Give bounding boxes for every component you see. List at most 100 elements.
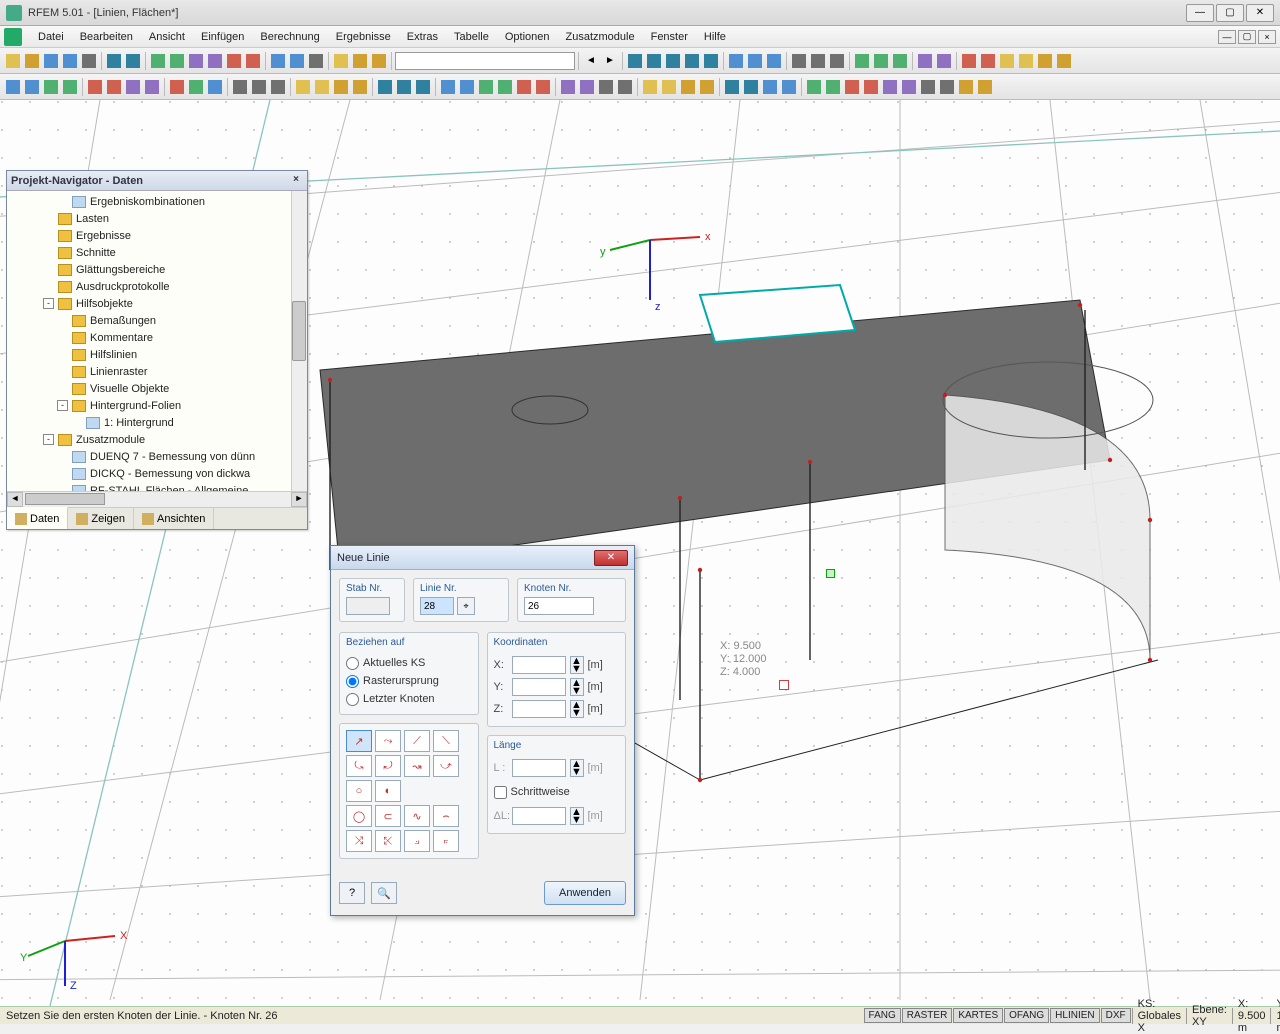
tb-v10[interactable] xyxy=(809,52,827,70)
line-tool-17[interactable]: ⟓ xyxy=(404,830,430,852)
tb2-l[interactable] xyxy=(294,78,312,96)
line-tool-11[interactable]: ◯ xyxy=(346,805,372,827)
tb2-b[interactable] xyxy=(23,78,41,96)
status-toggle[interactable]: RASTER xyxy=(902,1008,953,1023)
radio-aktuelles-ks[interactable]: Aktuelles KS xyxy=(346,654,472,672)
tree-item[interactable]: -Hintergrund-Folien xyxy=(7,397,307,414)
knoten-nr-input[interactable] xyxy=(524,597,594,615)
tb2-as[interactable] xyxy=(957,78,975,96)
coord-z-spin[interactable]: ▲▼ xyxy=(570,700,584,718)
menu-tabelle[interactable]: Tabelle xyxy=(446,29,497,45)
tree-item[interactable]: -Hilfsobjekte xyxy=(7,295,307,312)
tb2-c[interactable] xyxy=(42,78,60,96)
tb2-i[interactable] xyxy=(231,78,249,96)
menu-bearbeiten[interactable]: Bearbeiten xyxy=(72,29,141,45)
schrittweise-checkbox[interactable]: Schrittweise xyxy=(494,783,620,801)
tb2-ag[interactable] xyxy=(723,78,741,96)
radio-letzter-knoten[interactable]: Letzter Knoten xyxy=(346,690,472,708)
tb2-aj[interactable] xyxy=(780,78,798,96)
tb-v13[interactable] xyxy=(872,52,890,70)
tb-v12[interactable] xyxy=(853,52,871,70)
mdi-minimize[interactable]: — xyxy=(1218,30,1236,44)
line-tool-14[interactable]: ⌢ xyxy=(433,805,459,827)
tb2-z[interactable] xyxy=(578,78,596,96)
tb2-d[interactable] xyxy=(61,78,79,96)
line-tool-6[interactable]: ⤾ xyxy=(375,755,401,777)
navigator-scroll-thumb[interactable] xyxy=(292,301,306,361)
tb-v18[interactable] xyxy=(979,52,997,70)
line-tool-18[interactable]: ⟔ xyxy=(433,830,459,852)
tb2-ak[interactable] xyxy=(805,78,823,96)
tree-item[interactable]: Schnitte xyxy=(7,244,307,261)
tree-item[interactable]: Ausdruckprotokolle xyxy=(7,278,307,295)
tb-v4[interactable] xyxy=(683,52,701,70)
tb-v8[interactable] xyxy=(765,52,783,70)
line-tool-16[interactable]: ⤪ xyxy=(375,830,401,852)
tb2-q[interactable] xyxy=(395,78,413,96)
tree-item[interactable]: Glättungsbereiche xyxy=(7,261,307,278)
tb2-w[interactable] xyxy=(515,78,533,96)
line-tool-9[interactable]: ○ xyxy=(346,780,372,802)
line-tool-4[interactable]: ⟍ xyxy=(433,730,459,752)
tb-v22[interactable] xyxy=(1055,52,1073,70)
tb-open[interactable] xyxy=(23,52,41,70)
tb-j[interactable] xyxy=(332,52,350,70)
tree-item[interactable]: Lasten xyxy=(7,210,307,227)
tree-item[interactable]: DUENQ 7 - Bemessung von dünn xyxy=(7,448,307,465)
line-tool-10[interactable]: ◐ xyxy=(375,780,401,802)
tb-v21[interactable] xyxy=(1036,52,1054,70)
tb2-n[interactable] xyxy=(332,78,350,96)
close-button[interactable]: ✕ xyxy=(1246,4,1274,22)
menu-extras[interactable]: Extras xyxy=(399,29,446,45)
tb-v3[interactable] xyxy=(664,52,682,70)
tb2-flag2[interactable] xyxy=(187,78,205,96)
tb-i[interactable] xyxy=(307,52,325,70)
status-toggle[interactable]: DXF xyxy=(1101,1008,1131,1023)
tree-item[interactable]: Hilfslinien xyxy=(7,346,307,363)
line-tool-1[interactable]: ↗ xyxy=(346,730,372,752)
tree-item[interactable]: Kommentare xyxy=(7,329,307,346)
tb-g[interactable] xyxy=(269,52,287,70)
tb-undo[interactable] xyxy=(105,52,123,70)
tb2-y[interactable] xyxy=(559,78,577,96)
coord-x-spin[interactable]: ▲▼ xyxy=(570,656,584,674)
menu-optionen[interactable]: Optionen xyxy=(497,29,558,45)
tb-v9[interactable] xyxy=(790,52,808,70)
tree-item[interactable]: -Zusatzmodule xyxy=(7,431,307,448)
line-tool-7[interactable]: ↝ xyxy=(404,755,430,777)
tb2-aa[interactable] xyxy=(597,78,615,96)
linie-nr-input[interactable] xyxy=(420,597,454,615)
tb-combo-loadcase[interactable] xyxy=(395,52,575,70)
tb2-v[interactable] xyxy=(496,78,514,96)
tree-item[interactable]: 1: Hintergrund xyxy=(7,414,307,431)
tree-item[interactable]: Visuelle Objekte xyxy=(7,380,307,397)
tb-v7[interactable] xyxy=(746,52,764,70)
navigator-tree[interactable]: ErgebniskombinationenLastenErgebnisseSch… xyxy=(7,191,307,491)
tb2-o[interactable] xyxy=(351,78,369,96)
tb-save[interactable] xyxy=(42,52,60,70)
tb2-g[interactable] xyxy=(124,78,142,96)
coord-z-input[interactable] xyxy=(512,700,566,718)
tree-item[interactable]: DICKQ - Bemessung von dickwa xyxy=(7,465,307,482)
coord-y-input[interactable] xyxy=(512,678,566,696)
tb2-ao[interactable] xyxy=(881,78,899,96)
status-toggle[interactable]: FANG xyxy=(864,1008,901,1023)
mdi-close[interactable]: × xyxy=(1258,30,1276,44)
tb2-at[interactable] xyxy=(976,78,994,96)
navigator-scrollbar-h[interactable]: ◄► xyxy=(7,491,307,507)
tb2-f[interactable] xyxy=(105,78,123,96)
tb2-ah[interactable] xyxy=(742,78,760,96)
menu-fenster[interactable]: Fenster xyxy=(643,29,696,45)
tb-v16[interactable] xyxy=(935,52,953,70)
status-toggle[interactable]: OFANG xyxy=(1004,1008,1049,1023)
tb2-ac[interactable] xyxy=(641,78,659,96)
tb2-ar[interactable] xyxy=(938,78,956,96)
tb2-af[interactable] xyxy=(698,78,716,96)
tree-item[interactable]: Bemaßungen xyxy=(7,312,307,329)
tb2-m[interactable] xyxy=(313,78,331,96)
line-tool-8[interactable]: ⤻ xyxy=(433,755,459,777)
help-button[interactable]: ? xyxy=(339,882,365,904)
line-tool-5[interactable]: ⤿ xyxy=(346,755,372,777)
tb-c[interactable] xyxy=(187,52,205,70)
tb-k[interactable] xyxy=(351,52,369,70)
